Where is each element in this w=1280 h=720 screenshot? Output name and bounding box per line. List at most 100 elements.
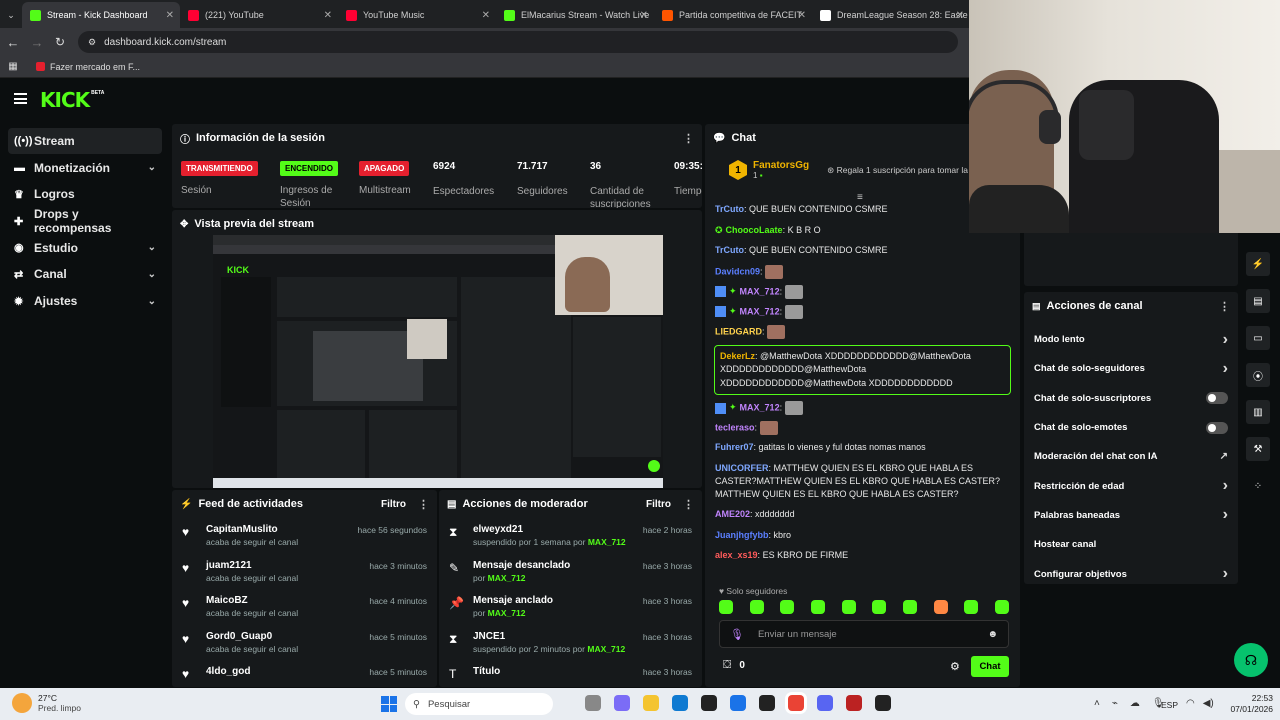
- tray-language[interactable]: ESP: [1161, 700, 1178, 710]
- chat-username[interactable]: DekerLz: [720, 351, 755, 361]
- tray-volume-icon[interactable]: ◀): [1203, 698, 1214, 709]
- mod-action-name[interactable]: Mensaje desanclado: [473, 560, 643, 571]
- nav-item-ajustes[interactable]: ✹ Ajustes ⌄: [8, 288, 162, 314]
- nav-item-estudio[interactable]: ◉ Estudio ⌄: [8, 235, 162, 261]
- rail-tool-icon[interactable]: ⚒: [1246, 437, 1270, 461]
- mod-filter-button[interactable]: Filtro: [646, 499, 671, 510]
- nav-item-canal[interactable]: ⇄ Canal ⌄: [8, 261, 162, 287]
- emote-icon[interactable]: [964, 600, 979, 614]
- mod-action-name[interactable]: JNCE1: [473, 631, 643, 642]
- tray-network-icon[interactable]: ⌁: [1112, 698, 1118, 709]
- mod-menu-icon[interactable]: ⋮: [683, 498, 694, 511]
- feed-user[interactable]: MaicoBZ: [206, 595, 369, 606]
- feed-item[interactable]: ♥ CapitanMuslito acaba de seguir el canal h…: [172, 522, 437, 558]
- taskbar-discord-icon[interactable]: [817, 695, 833, 711]
- chat-username[interactable]: UNICORFER: [715, 463, 769, 473]
- channel-action-item[interactable]: Configurar objetivos ›: [1024, 559, 1238, 588]
- browser-tab[interactable]: Partida competitiva de FACEIT ✕: [654, 2, 812, 28]
- points-icon[interactable]: ⛋: [723, 659, 731, 672]
- tab-close-icon[interactable]: ✕: [798, 10, 806, 21]
- clock-date[interactable]: 07/01/2026: [1225, 704, 1273, 715]
- chat-username[interactable]: AME202: [715, 509, 750, 519]
- feed-user[interactable]: juam2121: [206, 560, 369, 571]
- start-button[interactable]: [381, 696, 397, 712]
- chat-username[interactable]: tecleraso: [715, 422, 755, 432]
- mod-action-item[interactable]: 📌 Mensaje anclado por MAX_712 hace 3 horas: [439, 593, 702, 629]
- feed-item[interactable]: ♥ 4ldo_god hace 5 minutos: [172, 664, 437, 687]
- chat-username[interactable]: MAX_712: [740, 306, 780, 316]
- tray-wifi-icon[interactable]: ◠: [1186, 698, 1195, 709]
- pinned-collapse-icon[interactable]: ≡: [857, 192, 863, 203]
- toggle-switch[interactable]: [1206, 421, 1228, 434]
- mod-action-name[interactable]: Título: [473, 666, 643, 677]
- chat-input[interactable]: 🎙 Enviar un mensaje ☻: [719, 620, 1009, 648]
- nav-item-drops-y-recompensas[interactable]: ✚ Drops y recompensas: [8, 207, 162, 235]
- mod-action-item[interactable]: ✎ Mensaje desanclado por MAX_712 hace 3 hor…: [439, 558, 702, 594]
- url-field[interactable]: ⚙ dashboard.kick.com/stream: [78, 31, 958, 53]
- chat-username[interactable]: MAX_712: [740, 286, 780, 296]
- emote-icon[interactable]: [902, 600, 917, 614]
- rail-chat-icon[interactable]: ▭: [1246, 326, 1270, 350]
- feed-user[interactable]: Gord0_Guap0: [206, 631, 369, 642]
- chevron-down-icon[interactable]: ⌄: [148, 296, 156, 307]
- emote-icon[interactable]: [749, 600, 764, 614]
- mod-action-item[interactable]: ⧗ elweyxd21 suspendido por 1 semana por MA…: [439, 522, 702, 558]
- chat-username[interactable]: Fuhrer07: [715, 442, 754, 452]
- chat-username[interactable]: alex_xs19: [715, 550, 758, 560]
- chat-username[interactable]: LIEDGARD: [715, 326, 762, 336]
- forward-icon[interactable]: →: [26, 35, 48, 50]
- emote-icon[interactable]: [841, 600, 856, 614]
- taskbar-edge-icon[interactable]: [672, 695, 688, 711]
- emoji-icon[interactable]: ☻: [987, 629, 998, 640]
- support-button[interactable]: ☊: [1234, 643, 1268, 677]
- reload-icon[interactable]: ↻: [48, 35, 72, 49]
- rail-layout-icon[interactable]: ▥: [1246, 400, 1270, 424]
- feed-item[interactable]: ♥ Gord0_Guap0 acaba de seguir el canal hace…: [172, 629, 437, 665]
- rail-broadcast-icon[interactable]: ⦿: [1246, 363, 1270, 387]
- channel-action-item[interactable]: Hostear canal: [1024, 530, 1238, 559]
- nav-item-stream[interactable]: ((•)) Stream: [8, 128, 162, 154]
- mod-action-by[interactable]: MAX_712: [588, 537, 626, 547]
- taskbar-terminal-icon[interactable]: [759, 695, 775, 711]
- emote-icon[interactable]: [994, 600, 1009, 614]
- emote-icon[interactable]: [810, 600, 825, 614]
- taskbar-steam-icon[interactable]: [875, 695, 891, 711]
- emote-icon[interactable]: [872, 600, 887, 614]
- send-chat-button[interactable]: Chat: [971, 656, 1009, 677]
- mod-action-item[interactable]: T Título hace 3 horas: [439, 664, 702, 687]
- mod-action-by[interactable]: MAX_712: [488, 608, 526, 618]
- tab-search-button[interactable]: ⌄: [0, 2, 22, 28]
- taskbar-outlook-icon[interactable]: [730, 695, 746, 711]
- taskbar-explorer-icon[interactable]: [643, 695, 659, 711]
- apps-icon[interactable]: ▦: [0, 61, 26, 72]
- chat-username[interactable]: Juanjhgfybb: [715, 530, 769, 540]
- weather-icon[interactable]: [12, 693, 32, 713]
- taskbar-widgets-icon[interactable]: [585, 695, 601, 711]
- chat-username[interactable]: MAX_712: [740, 402, 780, 412]
- taskbar-search[interactable]: ⚲ Pesquisar: [405, 693, 553, 715]
- back-icon[interactable]: ←: [0, 35, 26, 50]
- chat-username[interactable]: ChoocoLaate: [726, 225, 783, 235]
- tab-close-icon[interactable]: ✕: [482, 10, 490, 21]
- feed-user[interactable]: CapitanMuslito: [206, 524, 358, 535]
- browser-tab[interactable]: DreamLeague Season 28: Easte ✕: [812, 2, 970, 28]
- feed-user[interactable]: 4ldo_god: [206, 666, 369, 677]
- tab-close-icon[interactable]: ✕: [324, 10, 332, 21]
- site-info-icon[interactable]: ⚙: [88, 37, 96, 48]
- chevron-down-icon[interactable]: ⌄: [148, 242, 156, 253]
- mod-action-name[interactable]: elweyxd21: [473, 524, 643, 535]
- tab-close-icon[interactable]: ✕: [166, 10, 174, 21]
- pinned-gifter[interactable]: 1 FanatorsGg 1 ▪ ⊛ Regala 1 suscripción …: [729, 160, 980, 180]
- taskbar-chrome-icon[interactable]: [788, 695, 804, 711]
- mod-action-by[interactable]: MAX_712: [488, 573, 526, 583]
- nav-item-logros[interactable]: ♛ Logros: [8, 181, 162, 207]
- chat-settings-icon[interactable]: ⚙: [950, 660, 960, 673]
- rail-bolt-icon[interactable]: ⚡: [1246, 252, 1270, 276]
- rail-more-icon[interactable]: ⁘: [1246, 474, 1270, 498]
- chevron-down-icon[interactable]: ⌄: [148, 162, 156, 173]
- chat-username[interactable]: Davidcn09: [715, 266, 760, 276]
- emote-icon[interactable]: [719, 600, 733, 614]
- channel-action-item[interactable]: Restricción de edad ›: [1024, 471, 1238, 500]
- nav-item-monetizaci-n[interactable]: ▬ Monetización ⌄: [8, 155, 162, 181]
- taskbar-copilot-icon[interactable]: [614, 695, 630, 711]
